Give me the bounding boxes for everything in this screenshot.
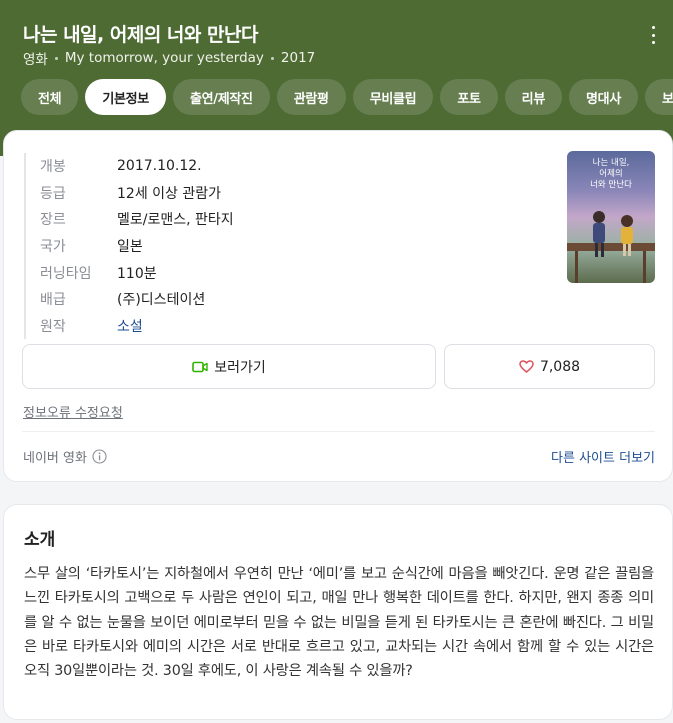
- intro-title: 소개: [24, 530, 56, 550]
- separator-dot: [54, 56, 58, 60]
- intro-card: 소개 스무 살의 ‘타카토시’는 지하철에서 우연히 만난 ‘에미’를 보고 순…: [3, 504, 673, 720]
- more-options-icon[interactable]: [647, 26, 659, 44]
- tab-all[interactable]: 전체: [21, 79, 79, 115]
- info-key: 장르: [40, 212, 66, 229]
- svg-text:너와 만난다: 너와 만난다: [590, 179, 632, 190]
- more-sites-link[interactable]: 다른 사이트 더보기: [551, 447, 655, 466]
- source-label: 네이버 영화: [23, 451, 87, 466]
- info-key: 국가: [40, 239, 66, 256]
- info-value: 110분: [117, 265, 157, 282]
- tab-photos[interactable]: 포토: [440, 79, 498, 115]
- like-button[interactable]: 7,088: [444, 344, 655, 389]
- info-key: 배급: [40, 292, 66, 309]
- info-key: 러닝타임: [40, 265, 92, 282]
- intro-description: 스무 살의 ‘타카토시’는 지하철에서 우연히 만난 ‘에미’를 보고 순식간에…: [24, 566, 654, 680]
- info-key: 원작: [40, 318, 66, 335]
- tab-reviews[interactable]: 리뷰: [504, 79, 562, 115]
- subtitle-category: 영화: [23, 52, 48, 68]
- subtitle-english-title: My tomorrow, your yesterday: [64, 50, 264, 66]
- subtitle-year: 2017: [280, 50, 316, 66]
- info-row-rating: 등급 12세 이상 관람가: [40, 180, 234, 207]
- tab-bar: 전체 기본정보 출연/제작진 관람평 무비클립 포토 리뷰 명대사 보: [21, 79, 673, 115]
- info-circle-icon[interactable]: [92, 449, 107, 464]
- report-error-link[interactable]: 정보오류 수정요청: [23, 402, 123, 421]
- svg-text:나는 내일,: 나는 내일,: [593, 158, 630, 168]
- info-value: (주)디스테이션: [117, 292, 206, 309]
- basic-info-card: 개봉 2017.10.12. 등급 12세 이상 관람가 장르 멜로/로맨스, 판타지…: [3, 130, 673, 482]
- tab-basic-info[interactable]: 기본정보: [85, 79, 166, 115]
- info-row-runtime: 러닝타임 110분: [40, 259, 234, 286]
- divider: [22, 431, 655, 432]
- movie-title: 나는 내일, 어제의 너와 만난다: [23, 24, 258, 46]
- info-key: 등급: [40, 185, 66, 202]
- like-count: 7,088: [539, 358, 581, 375]
- info-row-original: 원작 소설: [40, 313, 234, 340]
- info-value: 일본: [117, 239, 143, 256]
- movie-subtitle: 영화 My tomorrow, your yesterday 2017: [23, 48, 315, 68]
- heart-icon: [519, 360, 534, 373]
- info-value: 2017.10.12.: [117, 158, 202, 175]
- info-row-release: 개봉 2017.10.12.: [40, 153, 234, 180]
- info-list: 개봉 2017.10.12. 등급 12세 이상 관람가 장르 멜로/로맨스, 판타지…: [24, 153, 234, 340]
- info-key: 개봉: [40, 159, 66, 176]
- poster-art: 나는 내일, 어제의 너와 만난다: [567, 158, 655, 283]
- tab-quotes[interactable]: 명대사: [569, 79, 638, 115]
- movie-poster[interactable]: 나는 내일, 어제의 너와 만난다: [567, 151, 655, 283]
- watch-button-label: 보러가기: [214, 359, 266, 376]
- svg-text:어제의: 어제의: [599, 168, 622, 179]
- info-row-country: 국가 일본: [40, 233, 234, 260]
- tab-more[interactable]: 보: [644, 79, 673, 115]
- watch-button[interactable]: 보러가기: [22, 344, 436, 389]
- info-value: 멜로/로맨스, 판타지: [117, 212, 234, 229]
- info-value: 12세 이상 관람가: [117, 185, 221, 202]
- separator-dot: [270, 56, 274, 60]
- info-row-genre: 장르 멜로/로맨스, 판타지: [40, 206, 234, 233]
- original-work-link[interactable]: 소설: [117, 316, 143, 336]
- info-row-distributor: 배급 (주)디스테이션: [40, 286, 234, 313]
- tab-cast-crew[interactable]: 출연/제작진: [172, 79, 270, 115]
- source-info: 네이버 영화: [23, 447, 107, 466]
- tab-movie-clips[interactable]: 무비클립: [352, 79, 434, 115]
- tab-ratings[interactable]: 관람평: [276, 79, 346, 115]
- video-camera-icon: [192, 361, 208, 372]
